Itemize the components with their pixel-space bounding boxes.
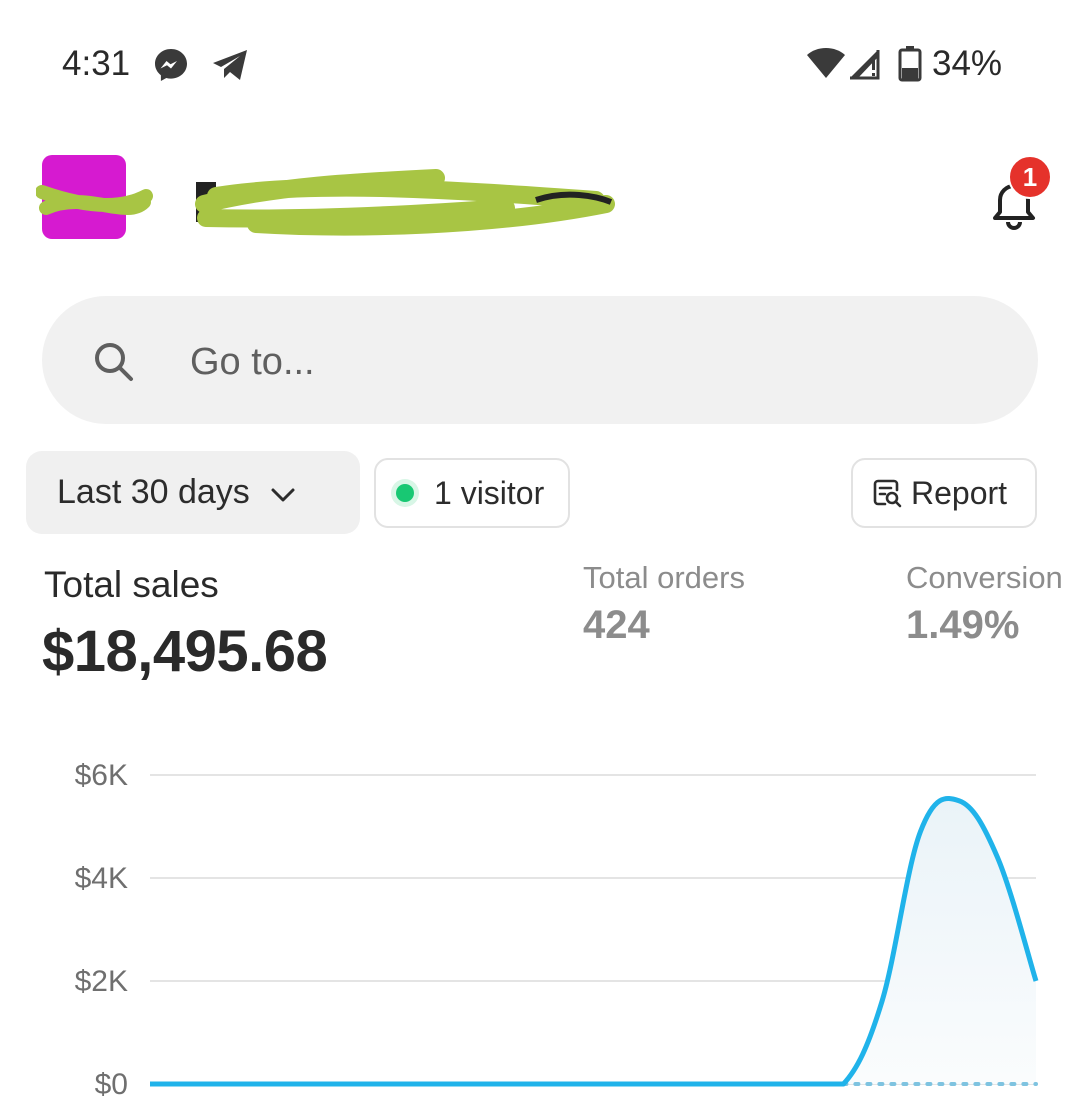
total-orders-value: 424 xyxy=(583,603,650,647)
battery-icon xyxy=(898,46,922,82)
total-sales-value: $18,495.68 xyxy=(42,619,328,684)
messenger-icon xyxy=(155,49,187,81)
report-button[interactable]: Report xyxy=(851,458,1037,528)
report-label: Report xyxy=(911,474,1008,511)
live-indicator-icon xyxy=(396,484,414,502)
total-sales-label: Total sales xyxy=(44,564,219,605)
conversion-label: Conversion xyxy=(906,560,1063,595)
wifi-icon xyxy=(807,48,845,78)
search-input[interactable] xyxy=(190,336,970,388)
telegram-icon xyxy=(213,50,247,80)
status-time: 4:31 xyxy=(62,44,131,83)
redaction-scribble xyxy=(36,169,615,236)
sales-chart: $6K $4K $2K $0 xyxy=(75,759,1039,1101)
live-visitors-button[interactable]: 1 visitor xyxy=(374,458,570,528)
signal-icon xyxy=(850,50,880,80)
battery-percent: 34% xyxy=(932,44,1003,83)
visitors-label: 1 visitor xyxy=(434,474,545,511)
date-range-label: Last 30 days xyxy=(57,473,250,511)
conversion-value: 1.49% xyxy=(906,603,1020,647)
y-tick-label: $2K xyxy=(75,965,128,998)
date-range-dropdown[interactable]: Last 30 days xyxy=(26,451,360,534)
y-tick-label: $0 xyxy=(95,1068,128,1101)
sales-area xyxy=(150,798,1036,1084)
chevron-down-icon xyxy=(271,488,295,501)
notification-badge: 1 xyxy=(1008,155,1052,199)
y-tick-label: $6K xyxy=(75,759,128,792)
search-icon xyxy=(95,343,133,381)
y-tick-label: $4K xyxy=(75,862,128,895)
total-orders-label: Total orders xyxy=(583,560,745,595)
report-icon xyxy=(873,479,902,508)
